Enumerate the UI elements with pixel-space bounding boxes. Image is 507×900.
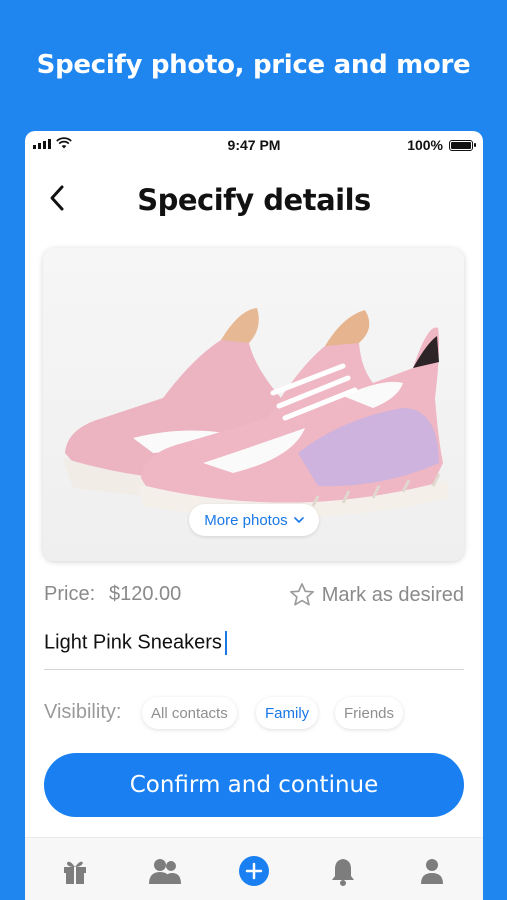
tab-contacts[interactable] (147, 854, 183, 888)
price-row: Price: $120.00 Mark as desired (44, 581, 464, 609)
gift-icon (64, 861, 86, 884)
price-value[interactable]: $120.00 (109, 583, 181, 606)
star-outline-icon (289, 583, 314, 606)
item-name-value: Light Pink Sneakers (44, 631, 227, 655)
contacts-icon (149, 859, 181, 884)
visibility-chip-family[interactable]: Family (256, 697, 319, 729)
tab-notifications[interactable] (325, 854, 361, 888)
promo-headline: Specify photo, price and more (36, 50, 471, 80)
battery-icon (449, 139, 476, 151)
navigation-bar: Specify details (25, 175, 483, 223)
item-name-text: Light Pink Sneakers (44, 631, 222, 654)
page-title: Specify details (137, 183, 371, 217)
product-photo-card[interactable]: More photos (43, 248, 464, 561)
visibility-chip-all-contacts[interactable]: All contacts (142, 697, 237, 729)
add-icon (239, 856, 269, 886)
battery-percent: 100% (407, 137, 443, 153)
more-photos-button[interactable]: More photos (189, 504, 319, 536)
status-bar: 9:47 PM 100% (25, 131, 483, 159)
price-label: Price: (44, 583, 96, 605)
more-photos-label: More photos (204, 511, 288, 529)
mark-as-desired-button[interactable]: Mark as desired (288, 581, 464, 609)
tab-add[interactable] (236, 854, 272, 888)
phone-frame: 9:47 PM 100% Specify details More photos… (25, 131, 483, 900)
visibility-label: Visibility: (44, 701, 122, 723)
battery-group: 100% (407, 137, 476, 153)
bell-icon (332, 859, 354, 886)
tab-profile[interactable] (414, 854, 450, 888)
profile-icon (421, 859, 443, 884)
chevron-down-icon (293, 516, 304, 523)
visibility-row: Visibility: All contacts Family Friends (44, 697, 464, 733)
tab-gifts[interactable] (57, 854, 93, 888)
visibility-chip-friends[interactable]: Friends (335, 697, 404, 729)
item-name-field[interactable]: Light Pink Sneakers (44, 627, 464, 670)
mark-as-desired-label: Mark as desired (321, 583, 464, 606)
confirm-and-continue-button[interactable]: Confirm and continue (44, 753, 464, 817)
text-cursor (224, 631, 227, 655)
tab-bar (25, 837, 483, 900)
